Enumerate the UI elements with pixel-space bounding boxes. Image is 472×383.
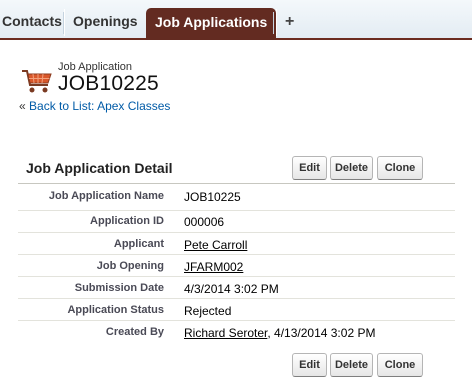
- shopping-cart-icon: [20, 66, 54, 96]
- breadcrumb: « Back to List: Apex Classes: [19, 99, 170, 113]
- row-divider: [18, 232, 455, 233]
- tab-separator: [273, 12, 274, 34]
- field-label-submission-date: Submission Date: [74, 282, 164, 294]
- delete-button[interactable]: Delete: [330, 156, 373, 180]
- section-divider: [18, 183, 455, 184]
- created-date: , 4/13/2014 3:02 PM: [267, 326, 376, 340]
- field-label-job-application-name: Job Application Name: [48, 190, 164, 202]
- field-label-application-status: Application Status: [67, 304, 164, 316]
- field-value-application-id: 000006: [184, 215, 225, 229]
- edit-button[interactable]: Edit: [292, 156, 327, 180]
- created-by-user-link[interactable]: Richard Seroter: [184, 326, 267, 340]
- job-opening-link[interactable]: JFARM002: [184, 260, 243, 274]
- back-to-list-link[interactable]: Back to List: Apex Classes: [29, 99, 170, 113]
- edit-button-bottom[interactable]: Edit: [292, 353, 327, 377]
- tab-job-applications[interactable]: Job Applications: [146, 8, 277, 40]
- row-divider: [18, 320, 455, 321]
- field-value-created-by: Richard Seroter, 4/13/2014 3:02 PM: [184, 326, 375, 340]
- row-divider: [18, 254, 455, 255]
- tab-contacts[interactable]: Contacts: [0, 9, 70, 36]
- page-title: JOB10225: [58, 72, 159, 95]
- clone-button[interactable]: Clone: [377, 156, 423, 180]
- row-divider: [18, 210, 455, 211]
- field-value-submission-date: 4/3/2014 3:02 PM: [184, 282, 279, 296]
- section-title: Job Application Detail: [26, 160, 173, 176]
- field-label-created-by: Created By: [105, 326, 164, 338]
- field-label-application-id: Application ID: [90, 215, 164, 227]
- back-arrow-icon: «: [19, 99, 26, 113]
- field-label-job-opening: Job Opening: [96, 260, 164, 272]
- tab-bar: Contacts Openings Job Applications +: [0, 0, 472, 40]
- clone-button-bottom[interactable]: Clone: [377, 353, 423, 377]
- tab-openings[interactable]: Openings: [64, 9, 146, 36]
- delete-button-bottom[interactable]: Delete: [330, 353, 373, 377]
- row-divider: [18, 276, 455, 277]
- field-label-applicant: Applicant: [113, 238, 164, 250]
- field-value-job-application-name: JOB10225: [184, 190, 241, 204]
- add-tab-button[interactable]: +: [276, 9, 302, 36]
- row-divider: [18, 298, 455, 299]
- field-value-application-status: Rejected: [184, 304, 232, 318]
- applicant-link[interactable]: Pete Carroll: [184, 238, 247, 252]
